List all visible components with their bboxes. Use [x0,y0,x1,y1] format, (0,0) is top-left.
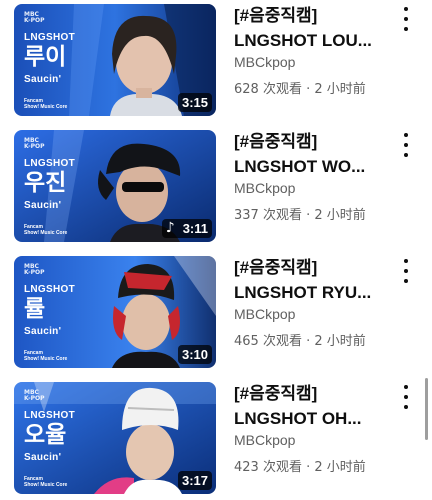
video-title-line2: LNGSHOT LOU... [234,31,372,50]
video-title-line2: LNGSHOT OH... [234,409,362,428]
video-title-line2: LNGSHOT RYU... [234,283,372,302]
thumbnail-artist-name: LNGSHOT [24,158,75,169]
video-title-line1: [#음중직캠] [234,6,318,25]
duration-badge: 3:17 [177,471,212,490]
channel-name[interactable]: MBCkpop [234,432,295,448]
video-title[interactable]: [#음중직캠] LNGSHOT RYU... [234,255,394,305]
more-vert-icon[interactable] [398,385,414,409]
video-meta: 337 次观看 · 2 小时前 [234,208,366,223]
more-vert-icon[interactable] [398,133,414,157]
scrollbar[interactable] [425,378,428,440]
video-list: MBC K-POP LNGSHOT 루이 Saucin' Fancam Show… [0,0,432,500]
video-title[interactable]: [#음중직캠] LNGSHOT LOU... [234,3,394,53]
thumbnail-song-title: Saucin' [24,326,62,337]
thumbnail-song-title: Saucin' [24,74,62,85]
thumbnail-member-name: 루이 [24,44,67,70]
video-title-line1: [#음중직캠] [234,258,318,277]
duration-badge: 3:15 [177,93,212,112]
thumbnail-member-name: 우진 [24,170,67,196]
video-thumbnail[interactable]: MBC K-POP LNGSHOT 루이 Saucin' Fancam Show… [14,4,216,116]
video-thumbnail[interactable]: MBC K-POP LNGSHOT 오율 Saucin' Fancam Show… [14,382,216,494]
video-thumbnail[interactable]: MBC K-POP LNGSHOT 률 Saucin' Fancam Show!… [14,256,216,368]
video-item[interactable]: MBC K-POP LNGSHOT 오율 Saucin' Fancam Show… [0,378,432,494]
video-title-line2: LNGSHOT WO... [234,157,366,176]
channel-name[interactable]: MBCkpop [234,306,295,322]
video-item[interactable]: MBC K-POP LNGSHOT 루이 Saucin' Fancam Show… [0,0,432,116]
thumbnail-member-name: 오율 [24,422,67,448]
duration-badge: 3:10 [177,345,212,364]
thumbnail-caption: Fancam Show! Music Core [24,224,68,236]
duration-text: 3:10 [181,347,208,362]
video-thumbnail[interactable]: MBC K-POP LNGSHOT 우진 Saucin' Fancam Show… [14,130,216,242]
duration-text: 3:11 [182,221,208,236]
video-meta: 423 次观看 · 2 小时前 [234,460,366,475]
video-item[interactable]: MBC K-POP LNGSHOT 률 Saucin' Fancam Show!… [0,252,432,368]
video-title[interactable]: [#음중직캠] LNGSHOT OH... [234,381,394,431]
thumbnail-member-name: 률 [24,296,46,322]
video-title-line1: [#음중직캠] [234,384,318,403]
thumbnail-caption: Fancam Show! Music Core [24,476,68,488]
thumbnail-artist-name: LNGSHOT [24,32,75,43]
video-meta: 465 次观看 · 2 小时前 [234,334,366,349]
more-vert-icon[interactable] [398,7,414,31]
video-title[interactable]: [#음중직캠] LNGSHOT WO... [234,129,394,179]
mbc-kpop-logo: MBC K-POP [24,137,45,150]
duration-text: 3:15 [181,95,208,110]
duration-badge: ♪ 3:11 [161,219,212,238]
music-note-icon: ♪ [165,220,175,236]
video-item[interactable]: MBC K-POP LNGSHOT 우진 Saucin' Fancam Show… [0,126,432,242]
channel-name[interactable]: MBCkpop [234,180,295,196]
mbc-kpop-logo: MBC K-POP [24,389,45,402]
more-vert-icon[interactable] [398,259,414,283]
thumbnail-caption: Fancam Show! Music Core [24,350,68,362]
channel-name[interactable]: MBCkpop [234,54,295,70]
thumbnail-caption: Fancam Show! Music Core [24,98,68,110]
thumbnail-song-title: Saucin' [24,452,62,463]
duration-text: 3:17 [181,473,208,488]
thumbnail-artist-name: LNGSHOT [24,284,75,295]
video-meta: 628 次观看 · 2 小时前 [234,82,366,97]
mbc-kpop-logo: MBC K-POP [24,263,45,276]
thumbnail-song-title: Saucin' [24,200,62,211]
mbc-kpop-logo: MBC K-POP [24,11,45,24]
video-title-line1: [#음중직캠] [234,132,318,151]
thumbnail-artist-name: LNGSHOT [24,410,75,421]
